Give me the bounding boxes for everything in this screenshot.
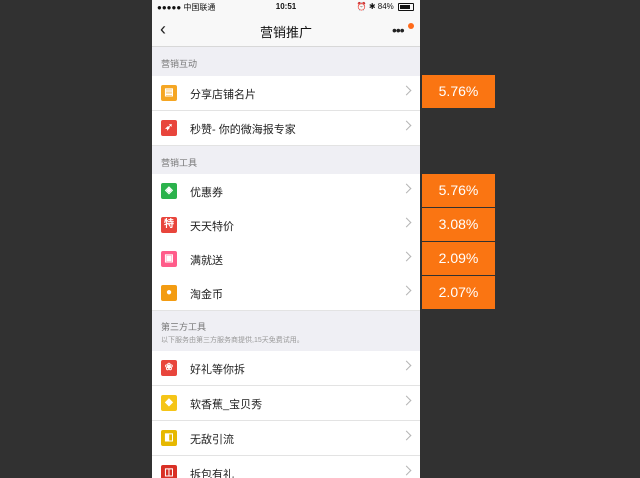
- section-title: 营销工具: [161, 158, 198, 168]
- item-label: 分享店铺名片: [190, 89, 256, 101]
- phone-screen: ●●●●● 中国联通 10:51 ⏰ ✱ 84% ‹ 营销推广 ••• 营销互动…: [152, 0, 420, 478]
- traffic-icon: ◧: [161, 430, 177, 446]
- card-icon: ▤: [161, 85, 177, 101]
- present-icon: ❀: [161, 360, 177, 376]
- item-label: 软香蕉_宝贝秀: [190, 399, 263, 411]
- section-header-marketing-tools: 营销工具: [152, 146, 420, 174]
- section-subtitle: 以下服务由第三方服务商提供,15天免费试用。: [161, 337, 304, 344]
- section-header-third-party: 第三方工具 以下服务由第三方服务商提供,15天免费试用。: [152, 311, 420, 351]
- section-header-marketing-interaction: 营销互动: [152, 47, 420, 75]
- coupon-icon: ◈: [161, 183, 177, 199]
- percent-tag-taobao-coin: 2.07%: [422, 276, 495, 309]
- package-icon: ◫: [161, 465, 177, 478]
- section-title: 第三方工具: [161, 322, 207, 332]
- special-price-icon: 特: [161, 217, 177, 233]
- list-item-daily-special[interactable]: 特 天天特价: [152, 208, 420, 243]
- chevron-right-icon: [401, 395, 412, 406]
- chevron-right-icon: [401, 465, 412, 476]
- battery-icon: [398, 2, 414, 11]
- thumb-icon: ➶: [161, 120, 177, 136]
- chevron-right-icon: [401, 120, 412, 131]
- coin-icon: ●: [161, 285, 177, 301]
- item-label: 优惠券: [190, 187, 223, 199]
- list-item-full-gift[interactable]: ▣ 满就送: [152, 242, 420, 277]
- chevron-right-icon: [401, 183, 412, 194]
- list-item-taobao-coin[interactable]: ● 淘金币: [152, 276, 420, 311]
- percent-tag-share-shop-card: 5.76%: [422, 75, 495, 108]
- list-item-traffic[interactable]: ◧ 无敌引流: [152, 421, 420, 456]
- gift-icon: ▣: [161, 251, 177, 267]
- list-item-share-shop-card[interactable]: ▤ 分享店铺名片: [152, 76, 420, 111]
- item-label: 拆包有礼: [190, 469, 234, 478]
- percent-tag-daily-special: 3.08%: [422, 208, 495, 241]
- item-label: 无敌引流: [190, 434, 234, 446]
- section-title: 营销互动: [161, 59, 198, 69]
- list-item-soft-banana[interactable]: ◆ 软香蕉_宝贝秀: [152, 386, 420, 421]
- list-item-coupon[interactable]: ◈ 优惠券: [152, 174, 420, 209]
- chevron-right-icon: [401, 217, 412, 228]
- item-label: 满就送: [190, 255, 223, 267]
- banana-icon: ◆: [161, 395, 177, 411]
- list-item-nice-gift[interactable]: ❀ 好礼等你拆: [152, 351, 420, 386]
- status-bar: ●●●●● 中国联通 10:51 ⏰ ✱ 84%: [152, 0, 420, 14]
- list-item-unpack-gift[interactable]: ◫ 拆包有礼: [152, 456, 420, 478]
- status-right: ⏰ ✱ 84%: [357, 2, 414, 11]
- item-label: 淘金币: [190, 289, 223, 301]
- percent-tag-full-gift: 2.09%: [422, 242, 495, 275]
- page-title: 营销推广: [259, 25, 312, 40]
- item-label: 好礼等你拆: [190, 364, 245, 376]
- chevron-right-icon: [401, 285, 412, 296]
- list-item-miaozan[interactable]: ➶ 秒赞- 你的微海报专家: [152, 111, 420, 146]
- navigation-bar: ‹ 营销推广 •••: [152, 14, 420, 47]
- chevron-right-icon: [401, 251, 412, 262]
- percent-tag-coupon: 5.76%: [422, 174, 495, 207]
- chevron-right-icon: [401, 85, 412, 96]
- chevron-right-icon: [401, 430, 412, 441]
- chevron-right-icon: [401, 360, 412, 371]
- notification-dot: [408, 23, 414, 29]
- item-label: 秒赞- 你的微海报专家: [190, 124, 296, 136]
- alarm-icon: ⏰ ✱: [356, 2, 378, 11]
- item-label: 天天特价: [190, 221, 234, 233]
- battery-percent: 84%: [377, 2, 394, 11]
